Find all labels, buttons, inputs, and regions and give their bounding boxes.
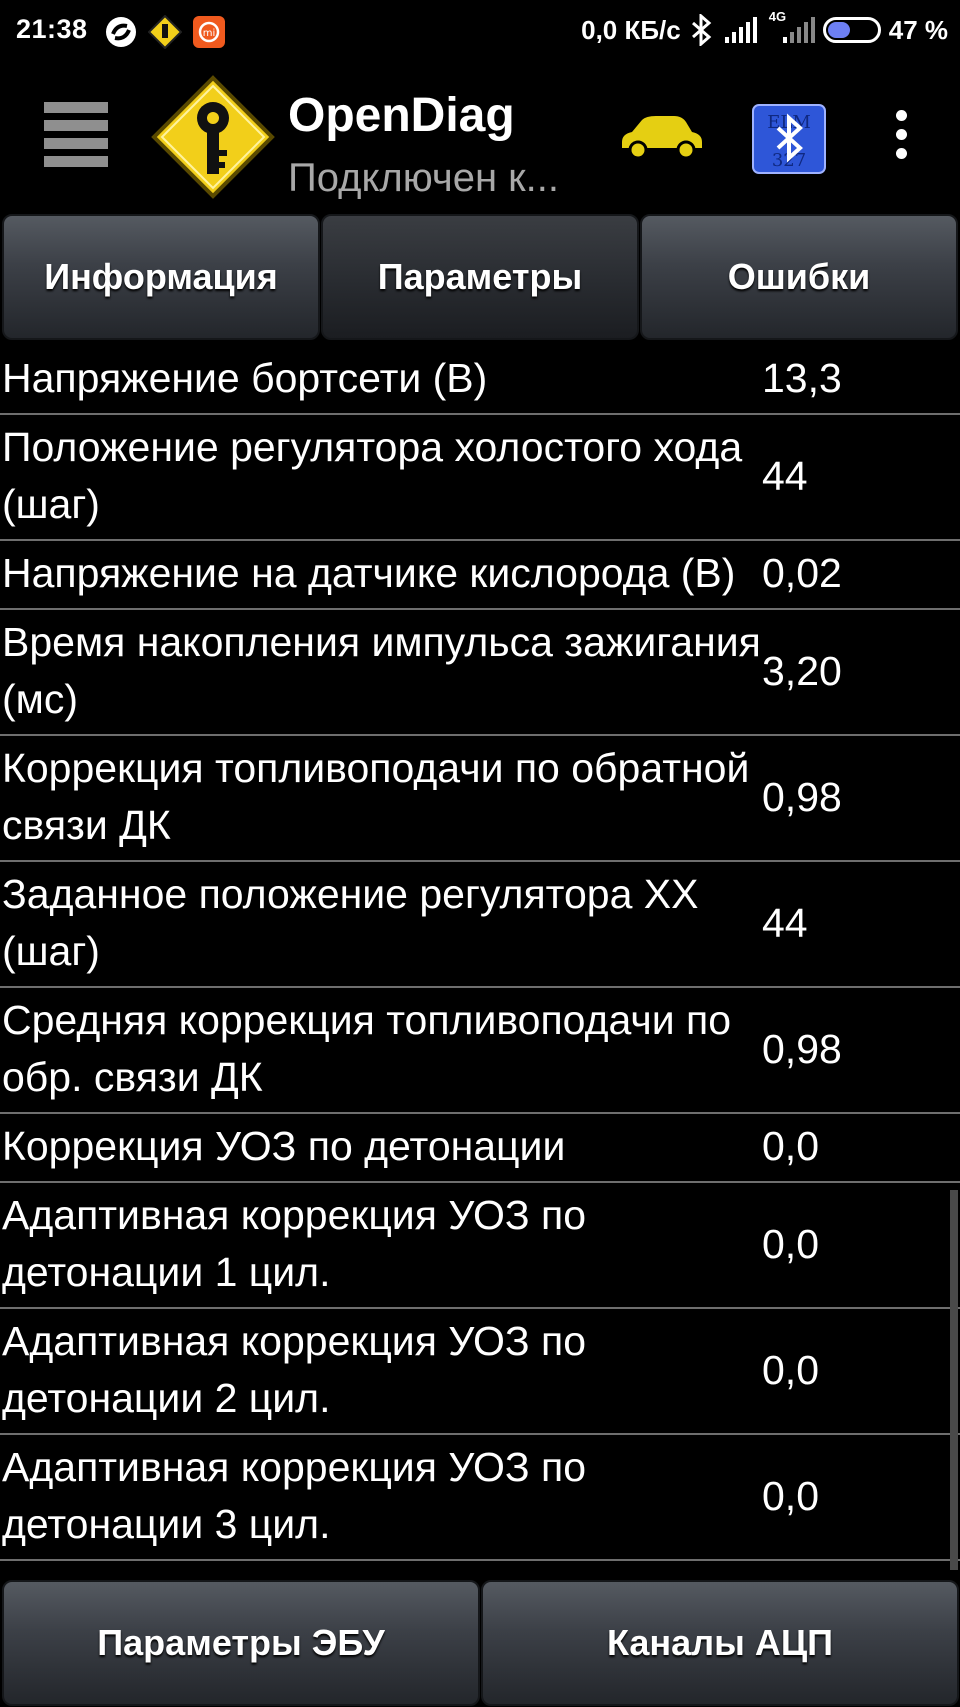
app-title: OpenDiag — [288, 89, 515, 142]
parameter-value: 0,02 — [762, 550, 842, 596]
parameter-value: 44 — [762, 452, 808, 499]
parameter-name: Положение регулятора холостого хода (шаг… — [2, 424, 743, 527]
adc-channels-button[interactable]: Каналы АЦП — [481, 1580, 959, 1706]
parameter-name: Адаптивная коррекция УОЗ по детонации 2 … — [2, 1318, 587, 1421]
parameter-value: 3,20 — [762, 647, 842, 694]
parameter-value: 44 — [762, 899, 808, 946]
parameter-value: 13,3 — [762, 355, 842, 401]
bluetooth-icon — [691, 14, 712, 46]
tab-information[interactable]: Информация — [2, 214, 320, 340]
battery-percent: 47 % — [888, 14, 948, 45]
parameter-value: 0,98 — [762, 1025, 842, 1072]
ecu-parameters-button[interactable]: Параметры ЭБУ — [2, 1580, 480, 1706]
status-time: 21:38 — [16, 14, 88, 44]
parameter-value: 0,0 — [762, 1123, 819, 1169]
parameter-value: 0,98 — [762, 773, 842, 820]
screen: 21:38 mi 0,0 КБ/с 4G 47 % OpenDiag Подкл… — [0, 0, 960, 1707]
overflow-menu-icon[interactable] — [886, 110, 916, 170]
table-row[interactable]: Адаптивная коррекция УОЗ по детонации 1 … — [0, 1183, 960, 1309]
svg-text:mi: mi — [203, 28, 216, 39]
table-row[interactable]: Средняя коррекция топливоподачи по обр. … — [0, 988, 960, 1114]
battery-icon — [822, 17, 881, 43]
connection-status: Подключен к... — [288, 156, 559, 200]
table-row[interactable]: Напряжение бортсети (В) 13,3 — [0, 346, 960, 415]
table-row[interactable]: Адаптивная коррекция УОЗ по детонации 3 … — [0, 1435, 960, 1561]
parameter-list[interactable]: Напряжение бортсети (В) 13,3 Положение р… — [0, 346, 960, 1580]
mi-icon: mi — [193, 16, 225, 48]
bluetooth-elm-icon[interactable]: ELM 327 — [752, 104, 826, 174]
signal-icon — [724, 17, 757, 43]
status-right: 0,0 КБ/с 4G 47 % — [581, 9, 948, 46]
status-bar: 21:38 mi 0,0 КБ/с 4G 47 % — [0, 0, 960, 66]
parameter-value: 0,0 — [762, 1220, 819, 1267]
parameter-value: 0,0 — [762, 1346, 819, 1393]
parameter-name: Коррекция УОЗ по детонации — [2, 1123, 566, 1169]
app-logo-icon[interactable] — [150, 74, 276, 200]
network-speed: 0,0 КБ/с — [581, 14, 681, 45]
parameter-name: Средняя коррекция топливоподачи по обр. … — [2, 997, 732, 1100]
battery-fill — [827, 22, 850, 38]
scrollbar[interactable] — [950, 1190, 958, 1570]
parameter-name: Адаптивная коррекция УОЗ по детонации 3 … — [2, 1444, 587, 1547]
tab-parameters[interactable]: Параметры — [321, 214, 639, 340]
bottom-bar: Параметры ЭБУ Каналы АЦП — [0, 1578, 960, 1707]
table-row[interactable]: Коррекция топливоподачи по обратной связ… — [0, 736, 960, 862]
table-row[interactable]: Адаптивная коррекция УОЗ по детонации 2 … — [0, 1309, 960, 1435]
table-row[interactable]: Положение регулятора холостого хода (шаг… — [0, 415, 960, 541]
parameter-name: Время накопления импульса зажигания (мс) — [2, 619, 761, 722]
sync-icon — [106, 17, 136, 47]
menu-icon[interactable] — [44, 102, 108, 168]
table-row[interactable]: Напряжение на датчике кислорода (В) 0,02 — [0, 541, 960, 610]
parameter-name: Напряжение бортсети (В) — [2, 355, 488, 401]
parameter-name: Напряжение на датчике кислорода (В) — [2, 550, 736, 596]
parameter-name: Адаптивная коррекция УОЗ по детонации 1 … — [2, 1192, 587, 1295]
table-row[interactable]: Заданное положение регулятора ХХ (шаг) 4… — [0, 862, 960, 988]
action-bar: OpenDiag Подключен к... ELM 327 — [0, 66, 960, 212]
parameter-name: Коррекция топливоподачи по обратной связ… — [2, 745, 750, 848]
parameter-name: Заданное положение регулятора ХХ (шаг) — [2, 871, 699, 974]
signal-4g-icon: 4G — [769, 9, 815, 45]
parameter-value: 0,0 — [762, 1472, 819, 1519]
navigation-icon — [148, 15, 182, 49]
table-row[interactable]: Коррекция УОЗ по детонации 0,0 — [0, 1114, 960, 1183]
table-row[interactable]: Время накопления импульса зажигания (мс)… — [0, 610, 960, 736]
status-left-icons: mi — [104, 15, 226, 49]
tab-bar: Информация Параметры Ошибки — [0, 212, 960, 342]
car-icon[interactable] — [616, 112, 706, 160]
tab-errors[interactable]: Ошибки — [640, 214, 958, 340]
